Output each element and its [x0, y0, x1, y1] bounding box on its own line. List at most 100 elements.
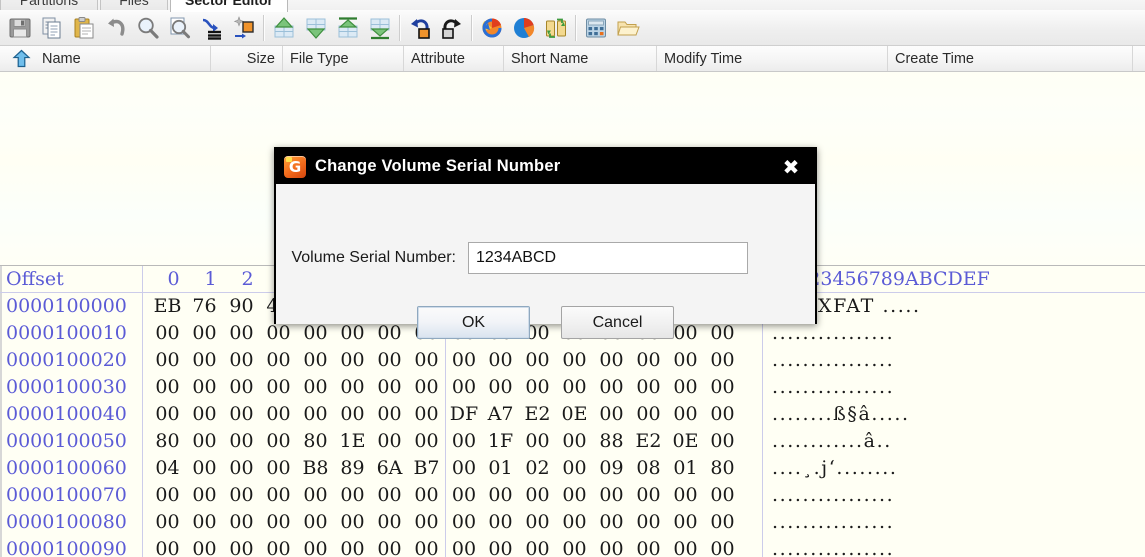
- hex-byte-cell[interactable]: 00: [297, 509, 334, 536]
- hex-byte-cell[interactable]: 00: [297, 482, 334, 509]
- hex-byte-cell[interactable]: 00: [593, 482, 630, 509]
- hex-byte-cell[interactable]: 00: [223, 482, 260, 509]
- hex-byte-cell[interactable]: 00: [371, 401, 408, 428]
- hex-byte-cell[interactable]: 00: [260, 536, 297, 557]
- column-header-create-time[interactable]: Create Time: [888, 46, 1133, 71]
- hex-byte-cell[interactable]: 00: [630, 374, 667, 401]
- close-button[interactable]: ✖: [773, 152, 809, 182]
- hex-byte-cell[interactable]: 00: [667, 401, 704, 428]
- hex-byte-cell[interactable]: 00: [704, 536, 741, 557]
- hex-byte-cell[interactable]: 00: [334, 536, 371, 557]
- hex-row[interactable]: 0000100090 00 00 00 00 00 00 00 00 00 00 00 00 00 00 00…: [0, 536, 1145, 557]
- hex-byte-cell[interactable]: 00: [445, 374, 482, 401]
- hex-byte-cell[interactable]: 00: [260, 347, 297, 374]
- hex-row-bytes[interactable]: 04 00 00 00 B8 89 6A B7 00 01 02 00 09 08 01 80: [143, 455, 763, 482]
- hex-byte-cell[interactable]: 00: [445, 536, 482, 557]
- find-button[interactable]: [133, 13, 163, 43]
- hex-byte-cell[interactable]: 90: [223, 293, 260, 320]
- hex-byte-cell[interactable]: B8: [297, 455, 334, 482]
- hex-byte-cell[interactable]: 00: [593, 347, 630, 374]
- hex-byte-cell[interactable]: 00: [297, 347, 334, 374]
- hex-byte-cell[interactable]: 01: [482, 455, 519, 482]
- hex-byte-cell[interactable]: 00: [556, 509, 593, 536]
- hex-byte-cell[interactable]: 00: [519, 536, 556, 557]
- hex-byte-cell[interactable]: B7: [408, 455, 445, 482]
- move-bottom-button[interactable]: [365, 13, 395, 43]
- hex-byte-cell[interactable]: 00: [556, 455, 593, 482]
- hex-byte-cell[interactable]: 00: [186, 401, 223, 428]
- hex-byte-cell[interactable]: 00: [630, 347, 667, 374]
- hex-byte-cell[interactable]: 00: [482, 374, 519, 401]
- hex-byte-cell[interactable]: 00: [482, 509, 519, 536]
- hex-byte-cell[interactable]: 00: [667, 509, 704, 536]
- hex-byte-cell[interactable]: 00: [704, 428, 741, 455]
- hex-byte-cell[interactable]: 0E: [556, 401, 593, 428]
- hex-byte-cell[interactable]: 00: [445, 347, 482, 374]
- hex-byte-cell[interactable]: 00: [334, 401, 371, 428]
- hex-byte-cell[interactable]: 80: [704, 455, 741, 482]
- hex-byte-cell[interactable]: 02: [519, 455, 556, 482]
- hex-row-ascii[interactable]: ................: [763, 482, 894, 509]
- save-button[interactable]: [5, 13, 35, 43]
- hex-byte-cell[interactable]: 00: [371, 374, 408, 401]
- hex-byte-cell[interactable]: 00: [704, 482, 741, 509]
- sort-column-button[interactable]: [0, 46, 35, 71]
- hex-byte-cell[interactable]: 00: [149, 482, 186, 509]
- column-header-short-name[interactable]: Short Name: [504, 46, 657, 71]
- cancel-button[interactable]: Cancel: [561, 306, 674, 339]
- hex-row-bytes[interactable]: 00000000000000000000000000000000: [143, 536, 763, 557]
- redo-change-button[interactable]: [437, 13, 467, 43]
- hex-byte-cell[interactable]: 76: [186, 293, 223, 320]
- hex-byte-cell[interactable]: 09: [593, 455, 630, 482]
- hex-row-ascii[interactable]: ....¸.j‘........: [763, 455, 898, 482]
- hex-byte-cell[interactable]: 00: [297, 536, 334, 557]
- hex-byte-cell[interactable]: 00: [519, 482, 556, 509]
- hex-byte-cell[interactable]: 80: [297, 428, 334, 455]
- ok-button[interactable]: OK: [417, 306, 530, 339]
- hex-byte-cell[interactable]: 00: [297, 401, 334, 428]
- column-header-size[interactable]: Size: [211, 46, 283, 71]
- move-down-button[interactable]: [301, 13, 331, 43]
- hex-byte-cell[interactable]: 00: [186, 347, 223, 374]
- undo-change-button[interactable]: [405, 13, 435, 43]
- hex-byte-cell[interactable]: 00: [297, 374, 334, 401]
- hex-row[interactable]: 0000100070 00 00 00 00 00 00 00 00 00 00 00 00 00 00 00…: [0, 482, 1145, 509]
- hex-byte-cell[interactable]: 00: [556, 347, 593, 374]
- hex-row-bytes[interactable]: 00000000000000000000000000000000: [143, 509, 763, 536]
- hex-byte-cell[interactable]: 00: [334, 509, 371, 536]
- hex-byte-cell[interactable]: 00: [482, 347, 519, 374]
- hex-byte-cell[interactable]: 00: [260, 374, 297, 401]
- hex-byte-cell[interactable]: 00: [371, 482, 408, 509]
- serial-number-input[interactable]: [468, 242, 748, 274]
- hex-row-bytes[interactable]: 00 00 00 00 00 00 00 00 DF A7 E2 0E 00 00 00 00: [143, 401, 763, 428]
- hex-row-ascii[interactable]: ................: [763, 374, 894, 401]
- hex-byte-cell[interactable]: 00: [630, 401, 667, 428]
- hex-byte-cell[interactable]: 00: [593, 374, 630, 401]
- goto-offset-button[interactable]: [197, 13, 227, 43]
- hex-byte-cell[interactable]: 80: [149, 428, 186, 455]
- hex-byte-cell[interactable]: 00: [704, 374, 741, 401]
- hex-byte-cell[interactable]: E2: [630, 428, 667, 455]
- open-folder-button[interactable]: [613, 13, 643, 43]
- column-header-attribute[interactable]: Attribute: [404, 46, 504, 71]
- hex-byte-cell[interactable]: 00: [519, 374, 556, 401]
- hex-byte-cell[interactable]: 00: [260, 401, 297, 428]
- hex-byte-cell[interactable]: 00: [704, 401, 741, 428]
- hex-byte-cell[interactable]: 00: [186, 428, 223, 455]
- new-object-button[interactable]: [229, 13, 259, 43]
- hex-byte-cell[interactable]: 00: [630, 536, 667, 557]
- hex-row[interactable]: 0000100050 80 00 00 00 80 1E 00 00 00 1F 00 00 88 E2 0E…: [0, 428, 1145, 455]
- hex-byte-cell[interactable]: 04: [149, 455, 186, 482]
- hex-byte-cell[interactable]: 00: [149, 536, 186, 557]
- hex-byte-cell[interactable]: 0E: [667, 428, 704, 455]
- hex-byte-cell[interactable]: 00: [371, 536, 408, 557]
- hex-row[interactable]: 0000100040 00 00 00 00 00 00 00 00 DF A7 E2 0E 00 00 00…: [0, 401, 1145, 428]
- hex-byte-cell[interactable]: 00: [149, 509, 186, 536]
- hex-byte-cell[interactable]: 00: [556, 482, 593, 509]
- hex-byte-cell[interactable]: 00: [223, 536, 260, 557]
- hex-byte-cell[interactable]: 00: [149, 320, 186, 347]
- hex-byte-cell[interactable]: 00: [371, 428, 408, 455]
- hex-byte-cell[interactable]: 00: [371, 347, 408, 374]
- hex-byte-cell[interactable]: 89: [334, 455, 371, 482]
- hex-byte-cell[interactable]: 00: [445, 428, 482, 455]
